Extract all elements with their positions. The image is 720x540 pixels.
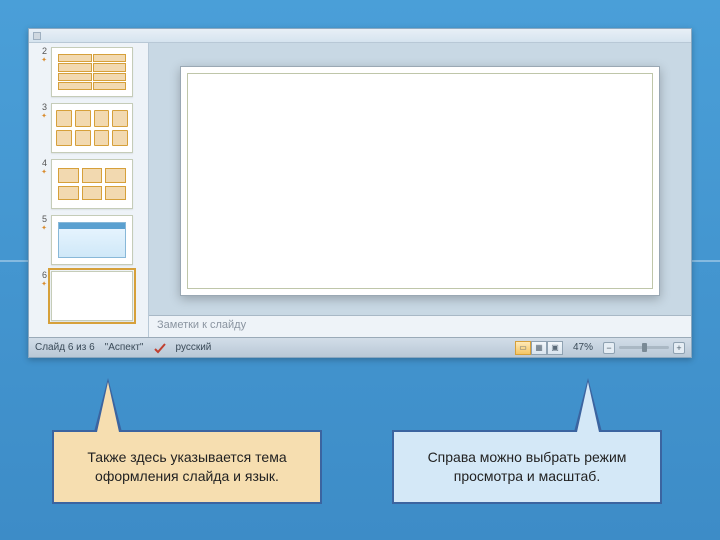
- powerpoint-window: 2 ✦ 3 ✦: [28, 28, 692, 358]
- thumb-meta: 4 ✦: [35, 159, 47, 176]
- toolbar-grip-icon: [33, 32, 41, 40]
- spellcheck-icon[interactable]: [154, 342, 166, 354]
- callout-tail-icon: [94, 378, 122, 432]
- slide-thumbnail[interactable]: [51, 215, 133, 265]
- sorter-view-button[interactable]: ▦: [531, 341, 547, 355]
- thumb-meta: 6 ✦: [35, 271, 47, 288]
- slide-thumbnail[interactable]: [51, 159, 133, 209]
- thumb-row[interactable]: 2 ✦: [35, 47, 142, 97]
- slide-canvas-area[interactable]: [149, 43, 691, 315]
- normal-view-icon: ▭: [519, 343, 527, 352]
- slide-counter: Слайд 6 из 6: [35, 342, 95, 353]
- thumb-meta: 5 ✦: [35, 215, 47, 232]
- thumb-row[interactable]: 6 ✦: [35, 271, 142, 321]
- animation-star-icon: ✦: [41, 169, 47, 176]
- thumb-number: 6: [35, 271, 47, 280]
- thumb-preview-content: [56, 110, 128, 146]
- minus-icon: −: [606, 343, 611, 353]
- thumb-number: 3: [35, 103, 47, 112]
- theme-name: "Аспект": [105, 342, 144, 353]
- thumb-preview-content: [58, 222, 126, 258]
- zoom-out-button[interactable]: −: [603, 342, 615, 354]
- view-buttons-group: ▭ ▦ ▣: [515, 341, 563, 355]
- animation-star-icon: ✦: [41, 113, 47, 120]
- current-slide[interactable]: [180, 66, 660, 296]
- slide-thumbnails-panel[interactable]: 2 ✦ 3 ✦: [29, 43, 149, 337]
- thumb-number: 4: [35, 159, 47, 168]
- callout-theme-language: Также здесь указывается тема оформления …: [52, 430, 322, 504]
- sorter-view-icon: ▦: [535, 343, 543, 352]
- zoom-percent[interactable]: 47%: [573, 342, 593, 353]
- slideshow-view-button[interactable]: ▣: [547, 341, 563, 355]
- thumb-meta: 3 ✦: [35, 103, 47, 120]
- normal-view-button[interactable]: ▭: [515, 341, 531, 355]
- animation-star-icon: ✦: [41, 281, 47, 288]
- thumb-preview-content: [58, 54, 126, 90]
- plus-icon: +: [676, 343, 681, 353]
- slide-thumbnail[interactable]: [51, 47, 133, 97]
- content-area: 2 ✦ 3 ✦: [29, 43, 691, 337]
- window-toolbar: [29, 29, 691, 43]
- thumb-row[interactable]: 4 ✦: [35, 159, 142, 209]
- animation-star-icon: ✦: [41, 57, 47, 64]
- thumb-row[interactable]: 3 ✦: [35, 103, 142, 153]
- callout-view-zoom: Справа можно выбрать режим просмотра и м…: [392, 430, 662, 504]
- language-indicator[interactable]: русский: [176, 342, 212, 353]
- notes-placeholder: Заметки к слайду: [157, 319, 246, 331]
- callout-tail-icon: [574, 378, 602, 432]
- status-bar: Слайд 6 из 6 "Аспект" русский ▭ ▦ ▣ 47% …: [29, 337, 691, 357]
- thumb-meta: 2 ✦: [35, 47, 47, 64]
- slide-thumbnail[interactable]: [51, 271, 133, 321]
- callout-text: Справа можно выбрать режим просмотра и м…: [428, 449, 627, 484]
- callout-text: Также здесь указывается тема оформления …: [87, 449, 286, 484]
- slide-thumbnail[interactable]: [51, 103, 133, 153]
- slideshow-view-icon: ▣: [551, 343, 559, 352]
- thumb-number: 2: [35, 47, 47, 56]
- annotation-layer: Также здесь указывается тема оформления …: [0, 360, 720, 530]
- thumb-preview-content: [58, 168, 126, 200]
- thumb-row[interactable]: 5 ✦: [35, 215, 142, 265]
- editor-area: Заметки к слайду: [149, 43, 691, 337]
- thumb-number: 5: [35, 215, 47, 224]
- notes-pane[interactable]: Заметки к слайду: [149, 315, 691, 337]
- zoom-in-button[interactable]: +: [673, 342, 685, 354]
- zoom-slider[interactable]: [619, 346, 669, 349]
- animation-star-icon: ✦: [41, 225, 47, 232]
- zoom-control: − +: [603, 342, 685, 354]
